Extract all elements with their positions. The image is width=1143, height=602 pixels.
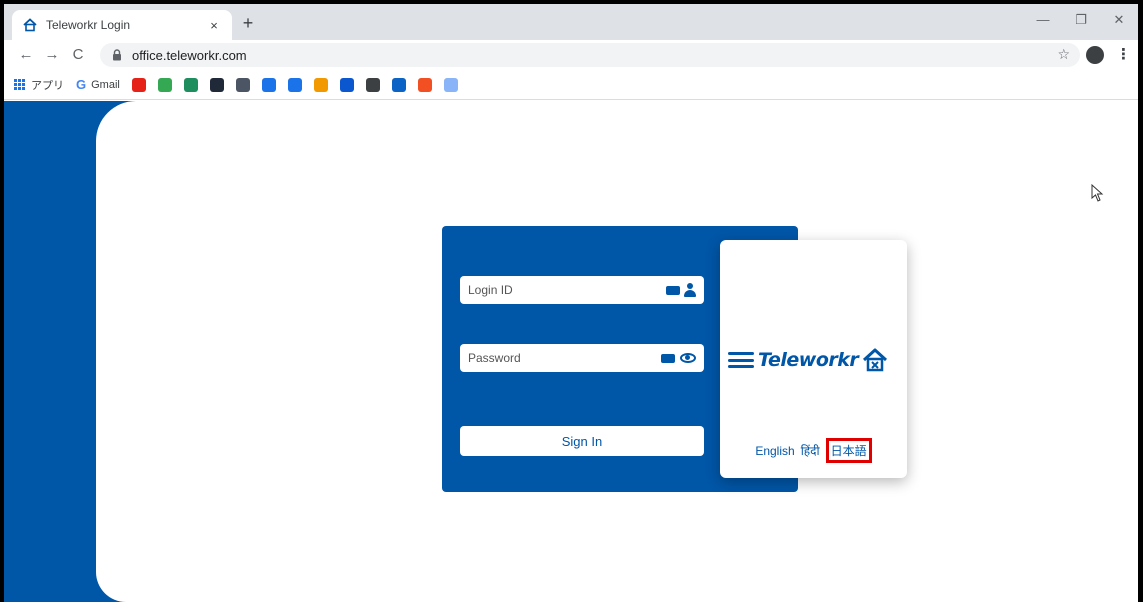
bookmark-star-icon[interactable]: ☆: [1057, 46, 1070, 63]
photos-icon[interactable]: [157, 77, 172, 92]
apps-grid-icon: [14, 79, 25, 90]
app-icon-2[interactable]: [209, 77, 224, 92]
minimize-icon[interactable]: —: [1028, 10, 1058, 30]
browser-menu-icon[interactable]: ⋮: [1116, 46, 1131, 64]
gmail-label: Gmail: [91, 78, 120, 91]
language-option-1[interactable]: हिंदी: [801, 442, 820, 459]
branding-card: Teleworkr English हिंदी 日本語: [720, 240, 907, 478]
new-tab-button[interactable]: +: [238, 13, 258, 33]
address-bar[interactable]: office.teleworkr.com ☆: [100, 43, 1080, 67]
tab-strip: Teleworkr Login × + — ❐ ✕: [4, 4, 1138, 40]
show-password-eye-icon[interactable]: [680, 353, 696, 363]
keyboard-icon[interactable]: [661, 353, 675, 363]
login-id-field: [460, 276, 704, 304]
bookmark-gmail[interactable]: G Gmail: [76, 77, 120, 92]
lock-icon: [112, 49, 122, 61]
back-icon[interactable]: ←: [16, 45, 36, 65]
app-icon-1[interactable]: [183, 77, 198, 92]
app-icon-4[interactable]: [261, 77, 276, 92]
bookmarks-bar: アプリ G Gmail: [4, 70, 1138, 100]
logo-text: Teleworkr: [758, 349, 859, 371]
keyboard-icon[interactable]: [666, 285, 680, 295]
login-id-input[interactable]: [468, 283, 662, 297]
language-selector: English हिंदी 日本語: [720, 438, 907, 463]
browser-tab[interactable]: Teleworkr Login ×: [12, 10, 232, 40]
restore-icon[interactable]: ❐: [1066, 10, 1096, 30]
apps-label: アプリ: [31, 79, 64, 92]
speed-lines-icon: [728, 352, 754, 368]
user-icon: [684, 283, 696, 297]
close-window-icon[interactable]: ✕: [1104, 10, 1134, 30]
bookmark-icons: [131, 77, 470, 92]
home-icon: [22, 17, 38, 33]
google-icon: G: [76, 77, 87, 92]
language-option-0[interactable]: English: [755, 444, 794, 458]
app-icon-5[interactable]: [287, 77, 302, 92]
profile-avatar-icon[interactable]: [1086, 46, 1104, 64]
tab-close-icon[interactable]: ×: [206, 18, 222, 33]
app-icon-6[interactable]: [313, 77, 328, 92]
sign-in-button[interactable]: Sign In: [460, 426, 704, 456]
youtube-icon[interactable]: [131, 77, 146, 92]
cloud-icon[interactable]: [391, 77, 406, 92]
app-icon-8[interactable]: [365, 77, 380, 92]
browser-window: Teleworkr Login × + — ❐ ✕ ← → C office.t…: [4, 4, 1138, 602]
bookmark-apps[interactable]: アプリ: [14, 77, 64, 93]
reload-icon[interactable]: C: [68, 45, 88, 65]
windows-icon[interactable]: [417, 77, 432, 92]
browser-toolbar: ← → C office.teleworkr.com ☆ ⋮: [4, 40, 1138, 70]
tab-title: Teleworkr Login: [46, 18, 131, 32]
app-icon-3[interactable]: [235, 77, 250, 92]
house-logo-icon: [863, 348, 888, 372]
teleworkr-logo: Teleworkr: [728, 344, 898, 376]
forward-icon[interactable]: →: [42, 45, 62, 65]
url-text: office.teleworkr.com: [132, 47, 247, 63]
app-icon-9[interactable]: [443, 77, 458, 92]
password-input[interactable]: [468, 351, 657, 365]
mouse-cursor-icon: [1091, 184, 1104, 202]
password-field: [460, 344, 704, 372]
language-option-2[interactable]: 日本語: [825, 438, 872, 463]
app-icon-7[interactable]: [339, 77, 354, 92]
